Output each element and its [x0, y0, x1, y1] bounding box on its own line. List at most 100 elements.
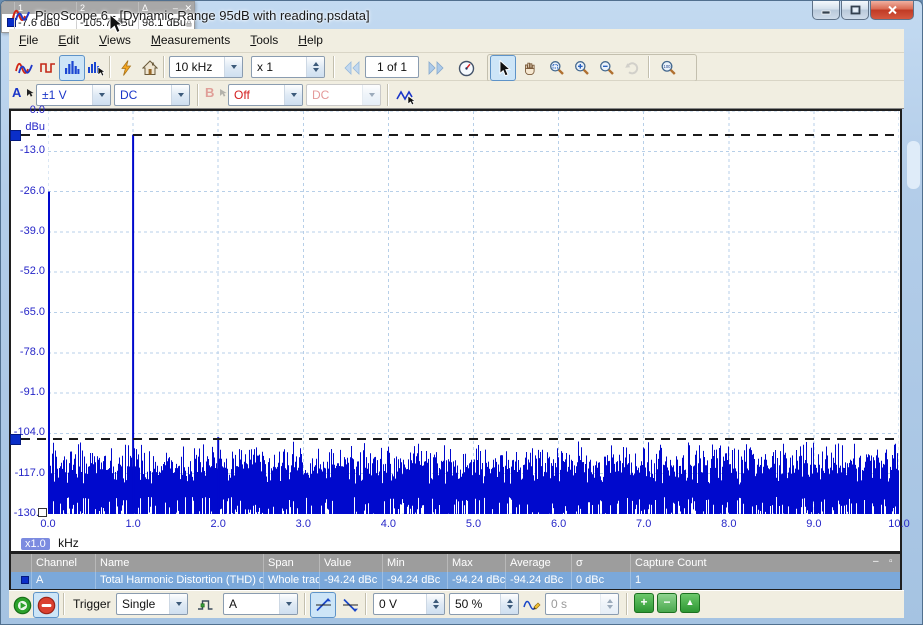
ruler-2-handle[interactable]: [10, 434, 21, 445]
spinner-arrows[interactable]: [426, 594, 444, 614]
restore-button[interactable]: [841, 1, 869, 20]
x-tick-label: 2.0: [196, 518, 240, 530]
trigger-mode-combo[interactable]: Single: [116, 593, 188, 615]
marquee-zoom-icon: [549, 60, 565, 76]
home-icon: [142, 60, 158, 76]
spectrum-view-icon: [64, 60, 80, 76]
chevron-down-icon[interactable]: [92, 85, 110, 105]
close-button[interactable]: [870, 1, 914, 20]
add-view-button[interactable]: [83, 55, 109, 81]
channel-b-menu[interactable]: B: [205, 85, 228, 100]
trigger-mode-value: Single: [117, 597, 169, 611]
minus-icon: −: [663, 595, 670, 609]
zoom-in-button[interactable]: [569, 55, 595, 81]
zoom-out-button[interactable]: [594, 55, 620, 81]
start-capture-button[interactable]: [9, 592, 35, 618]
trigger-marker-button[interactable]: [519, 592, 545, 618]
rising-edge-button[interactable]: [310, 592, 336, 618]
go-icon: [13, 596, 32, 615]
buffer-overview-button[interactable]: [453, 55, 479, 81]
y-tick-label: -26.0: [3, 185, 45, 197]
signal-generator-button[interactable]: [393, 83, 419, 109]
ruler-1-handle[interactable]: [10, 130, 21, 141]
x-axis-unit: kHz: [58, 536, 79, 550]
scope-view-button[interactable]: [11, 55, 37, 81]
trigger-label: Trigger: [73, 597, 111, 611]
y-tick-label: -117.0: [3, 467, 45, 479]
zoom-100-button[interactable]: 100: [656, 55, 682, 81]
zoom-out-icon: [599, 60, 615, 76]
remove-measurement-button[interactable]: −: [657, 593, 677, 613]
chevron-down-icon[interactable]: [279, 594, 297, 614]
spinner-arrows[interactable]: [306, 57, 324, 77]
chevron-down-icon: [362, 85, 380, 105]
channel-b-coupling-value: DC: [307, 88, 362, 102]
trigger-source-combo[interactable]: A: [223, 593, 298, 615]
measurement-cell: Whole trace: [263, 572, 319, 589]
menu-tools[interactable]: Tools: [240, 29, 288, 47]
channel-b-range-combo[interactable]: Off: [228, 84, 303, 106]
zoom-multiplier-spinner[interactable]: x 1: [251, 56, 325, 78]
ruler-1-line[interactable]: [21, 134, 900, 136]
falling-edge-button[interactable]: [337, 592, 363, 618]
chevron-down-icon[interactable]: [171, 85, 189, 105]
ruler-2-line[interactable]: [21, 438, 900, 440]
spinner-arrows[interactable]: [500, 594, 518, 614]
toolbar-separator: [197, 84, 199, 106]
hand-pan-button[interactable]: [517, 55, 543, 81]
svg-text:100: 100: [664, 64, 672, 69]
measurements-header-cell: Span: [263, 554, 319, 572]
chevron-down-icon[interactable]: [284, 85, 302, 105]
add-measurement-button[interactable]: +: [634, 593, 654, 613]
toolbar-separator: [163, 56, 165, 78]
minimize-button[interactable]: [812, 1, 840, 20]
zoom-box-button[interactable]: [544, 55, 570, 81]
measurements-header-cell: Min: [382, 554, 447, 572]
chevron-down-icon[interactable]: [169, 594, 187, 614]
stop-capture-button[interactable]: [33, 592, 59, 618]
prev-buffer-button[interactable]: [339, 55, 365, 81]
menu-measurements[interactable]: Measurements: [141, 29, 240, 47]
auto-setup-button[interactable]: [113, 55, 139, 81]
measurements-restore-button[interactable]: ▫: [889, 554, 893, 570]
home-settings-button[interactable]: [137, 55, 163, 81]
y-tick-label: -65.0: [3, 306, 45, 318]
buffer-position-box[interactable]: 1 of 1: [365, 56, 419, 78]
title-bar[interactable]: PicoScope 6 - [Dynamic Range 95dB with r…: [1, 1, 923, 29]
y-tick-label: 0.0: [3, 104, 45, 116]
advanced-trigger-button[interactable]: [192, 592, 218, 618]
channel-a-coupling-combo[interactable]: DC: [114, 84, 190, 106]
pretrigger-spinner[interactable]: 50 %: [449, 593, 519, 615]
x-tick-label: 6.0: [537, 518, 581, 530]
channel-a-menu[interactable]: A: [12, 85, 35, 100]
sample-rate-combo[interactable]: 10 kHz: [169, 56, 243, 78]
menu-edit[interactable]: Edit: [48, 29, 89, 47]
spectrum-plot[interactable]: [48, 111, 899, 514]
close-icon: [887, 5, 898, 15]
menu-file[interactable]: File: [9, 29, 48, 47]
measurement-cell: 1: [630, 572, 900, 589]
menu-help[interactable]: Help: [288, 29, 333, 47]
trigger-threshold-spinner[interactable]: 0 V: [373, 593, 445, 615]
collapse-panel-button[interactable]: ▲: [680, 593, 700, 613]
chevron-down-icon[interactable]: [224, 57, 242, 77]
channel-b-coupling-combo[interactable]: DC: [306, 84, 381, 106]
channel-b-label: B: [205, 85, 214, 100]
measurement-row[interactable]: ATotal Harmonic Distortion (THD) dBWhole…: [11, 572, 900, 589]
measurement-cell: -94.24 dBc: [382, 572, 447, 589]
persistence-view-button[interactable]: [35, 55, 61, 81]
toolbar-separator: [63, 593, 65, 615]
next-buffer-button[interactable]: [423, 55, 449, 81]
channel-a-range-combo[interactable]: ±1 V: [36, 84, 111, 106]
undo-zoom-button[interactable]: [619, 55, 645, 81]
spectrum-view-button[interactable]: [59, 55, 85, 81]
holdoff-spinner[interactable]: 0 s: [545, 593, 619, 615]
measurement-cell: Total Harmonic Distortion (THD) dB: [95, 572, 263, 589]
channel-a-range-value: ±1 V: [37, 88, 92, 102]
normal-selection-button[interactable]: [490, 55, 516, 81]
mouse-cursor: [109, 14, 124, 35]
measurement-cell: -94.24 dBc: [447, 572, 505, 589]
measurements-minimize-button[interactable]: –: [873, 554, 879, 570]
toolbar-separator: [304, 593, 306, 615]
x-ruler-handle[interactable]: [38, 508, 47, 517]
